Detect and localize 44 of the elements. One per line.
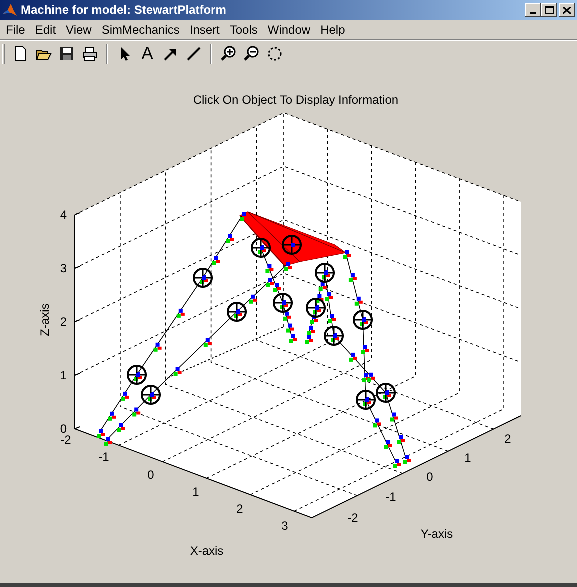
app-logo-icon <box>2 2 18 18</box>
menu-item[interactable]: Edit <box>30 24 62 36</box>
menu-item[interactable]: Help <box>316 24 350 36</box>
menu-item[interactable]: File <box>1 24 30 36</box>
rotate-icon <box>266 46 282 62</box>
plot-title: Click On Object To Display Information <box>193 93 399 107</box>
insert-text-button[interactable]: A <box>136 42 159 64</box>
y-tick-label: -2 <box>348 511 358 525</box>
line-icon <box>186 46 202 62</box>
z-tick-label: 0 <box>60 422 67 436</box>
x-tick-label: 0 <box>148 468 154 482</box>
menu-item[interactable]: View <box>61 24 97 36</box>
x-tick-label: 2 <box>236 502 244 516</box>
zoom-in-icon <box>220 46 236 62</box>
menu-item[interactable]: Insert <box>184 24 225 36</box>
menu-item[interactable]: Window <box>262 24 316 36</box>
x-tick-label: 3 <box>282 519 288 533</box>
new-document-icon <box>12 46 28 62</box>
menu-item[interactable]: Tools <box>224 24 263 36</box>
z-tick-label: 2 <box>60 315 67 329</box>
minimize-icon <box>530 12 536 14</box>
y-tick-label: 2 <box>504 432 512 446</box>
printer-icon <box>82 46 98 62</box>
x-axis-label: X-axis <box>190 544 224 558</box>
menu-item[interactable]: SimMechanics <box>96 24 185 36</box>
z-tick-label: 3 <box>60 262 67 276</box>
y-tick-label: 0 <box>426 470 434 484</box>
y-axis-label: Y-axis <box>420 527 454 541</box>
z-axis-label: Z-axis <box>38 304 52 336</box>
x-tick-label: -2 <box>60 433 72 447</box>
maximize-icon <box>544 6 554 14</box>
y-tick-label: 1 <box>464 451 472 465</box>
save-icon <box>58 46 74 62</box>
z-tick-label: 1 <box>60 368 67 382</box>
window-title: Machine for model: StewartPlatform <box>21 4 226 16</box>
zoom-out-icon <box>244 46 260 62</box>
y-tick-label: -1 <box>386 490 396 504</box>
maximize-button[interactable] <box>541 3 557 17</box>
close-icon <box>563 6 571 14</box>
x-tick-label: -1 <box>98 450 110 464</box>
x-tick-label: 1 <box>192 485 200 499</box>
close-button[interactable] <box>559 3 575 17</box>
z-tick-label: 4 <box>60 208 67 222</box>
minimize-button[interactable] <box>525 3 541 17</box>
